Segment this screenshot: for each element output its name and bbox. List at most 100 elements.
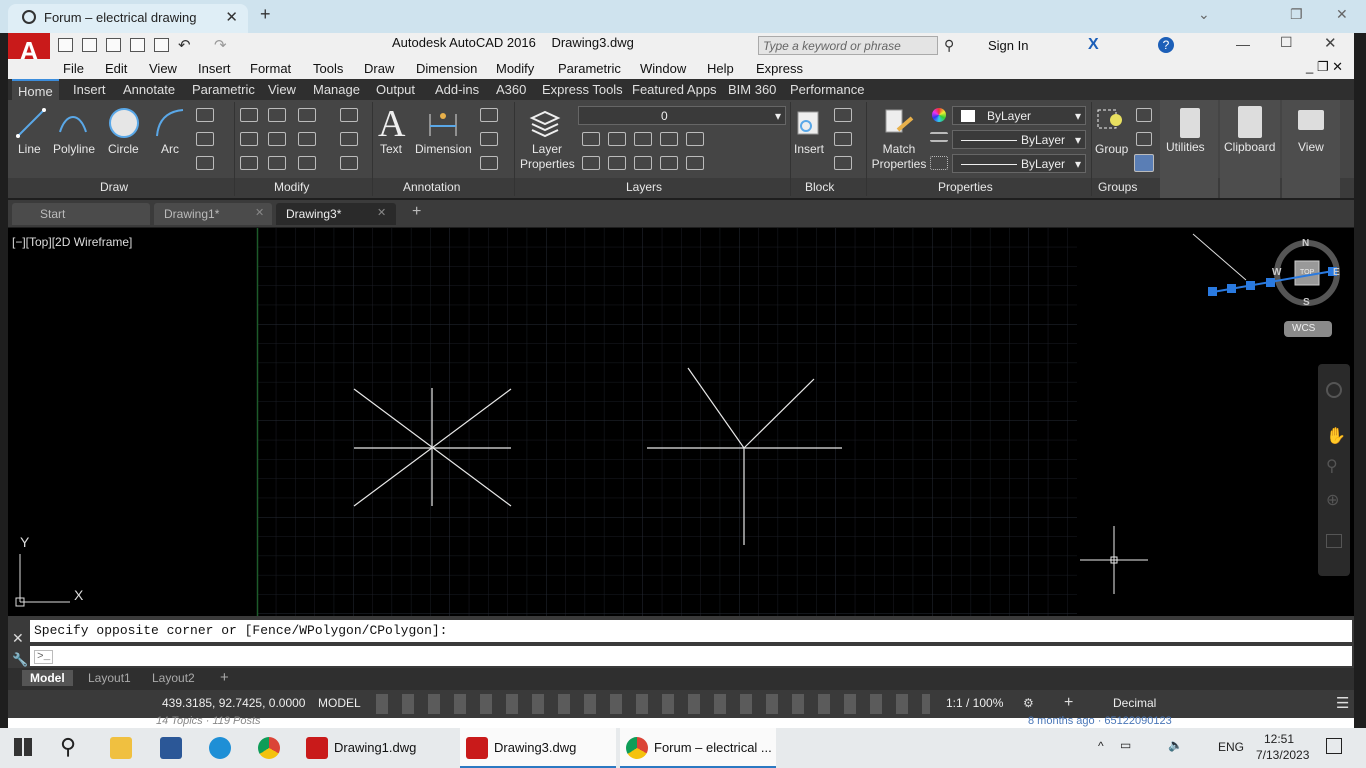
model-space-toggle[interactable]: MODEL (318, 696, 361, 710)
layer-tool-icon[interactable] (634, 156, 652, 170)
orbit-icon[interactable]: ⊕ (1326, 490, 1339, 510)
block-panel-label[interactable]: Block (805, 180, 834, 194)
tab-insert[interactable]: Insert (73, 82, 106, 97)
menu-help[interactable]: Help (707, 61, 734, 76)
viewcube-north[interactable]: N (1302, 238, 1309, 249)
viewport-controls[interactable]: [−][Top][2D Wireframe] (12, 235, 132, 249)
tab-output[interactable]: Output (376, 82, 415, 97)
lineweight-icon[interactable] (930, 132, 948, 142)
dimension-button[interactable]: Dimension (415, 142, 472, 156)
leader-icon[interactable] (480, 132, 498, 146)
layer-dropdown[interactable]: 0 ▾ (578, 106, 786, 125)
save-as-icon[interactable] (130, 38, 145, 52)
help-icon[interactable]: ? (1158, 37, 1174, 53)
wcs-menu[interactable]: WCS (1284, 321, 1332, 337)
fillet-icon[interactable] (298, 132, 316, 146)
menu-dimension[interactable]: Dimension (416, 61, 477, 76)
new-drawing-tab-button[interactable]: + (412, 203, 421, 221)
tab-start[interactable]: Start (12, 203, 150, 225)
rotate-icon[interactable] (268, 108, 286, 122)
minimize-icon[interactable]: — (1236, 36, 1250, 52)
taskbar-drawing1[interactable]: Drawing1.dwg (300, 728, 456, 768)
explode-icon[interactable] (340, 132, 358, 146)
menu-draw[interactable]: Draw (364, 61, 394, 76)
plus-icon[interactable]: + (1064, 694, 1073, 712)
menu-format[interactable]: Format (250, 61, 291, 76)
layer-tool-icon[interactable] (582, 132, 600, 146)
attribute-icon[interactable] (834, 156, 852, 170)
modify-panel-label[interactable]: Modify (274, 180, 309, 194)
linear-dim-icon[interactable] (480, 108, 498, 122)
layer-tool-icon[interactable] (660, 156, 678, 170)
edit-block-icon[interactable] (834, 132, 852, 146)
group-button[interactable]: Group (1095, 142, 1128, 156)
menu-window[interactable]: Window (640, 61, 686, 76)
scale-icon[interactable] (268, 156, 286, 170)
viewcube[interactable] (1192, 233, 1340, 306)
viewcube-south[interactable]: S (1303, 297, 1310, 308)
restore-icon[interactable]: ❐ (1290, 6, 1303, 23)
layer-tool-icon[interactable] (634, 132, 652, 146)
viewcube-east[interactable]: E (1333, 267, 1340, 278)
doc-window-controls[interactable]: _ ❐ ✕ (1306, 59, 1343, 75)
tab-model[interactable]: Model (22, 670, 73, 686)
layer-tool-icon[interactable] (608, 156, 626, 170)
tab-bim-360[interactable]: BIM 360 (728, 82, 776, 97)
insert-button[interactable]: Insert (794, 142, 824, 156)
showmotion-icon[interactable] (1326, 534, 1342, 548)
layer-tool-icon[interactable] (686, 132, 704, 146)
language-indicator[interactable]: ENG (1218, 740, 1244, 754)
drafting-toggles[interactable] (370, 694, 930, 714)
new-icon[interactable] (58, 38, 73, 52)
color-wheel-icon[interactable] (932, 108, 946, 122)
chrome-icon[interactable] (258, 737, 280, 759)
search-icon[interactable]: ⚲ (60, 734, 76, 760)
tab-express-tools[interactable]: Express Tools (542, 82, 623, 97)
search-input[interactable]: Type a keyword or phrase (758, 36, 938, 55)
command-prompt-icon[interactable]: >_ (34, 650, 54, 664)
tray-chevron-icon[interactable]: ^ (1098, 739, 1104, 753)
tab-home[interactable]: Home (12, 79, 59, 100)
menu-parametric[interactable]: Parametric (558, 61, 621, 76)
close-tab-icon[interactable]: ✕ (377, 206, 386, 219)
close-command-icon[interactable]: ✕ (12, 630, 24, 647)
erase-icon[interactable] (340, 108, 358, 122)
tab-annotate[interactable]: Annotate (123, 82, 175, 97)
viewcube-top-label[interactable]: TOP (1300, 269, 1314, 276)
coordinates[interactable]: 439.3185, 92.7425, 0.0000 (162, 696, 305, 710)
group-tool-icon[interactable] (1136, 132, 1152, 146)
properties-panel-label[interactable]: Properties (938, 180, 993, 194)
offset-icon[interactable] (340, 156, 358, 170)
move-icon[interactable] (240, 108, 258, 122)
mirror-icon[interactable] (268, 132, 286, 146)
trim-icon[interactable] (298, 108, 316, 122)
browser-tab[interactable]: Forum – electrical drawing ✕ (8, 4, 248, 33)
command-input[interactable]: >_ (30, 646, 1352, 666)
customize-wrench-icon[interactable]: 🔧 (12, 652, 28, 668)
menu-express[interactable]: Express (756, 61, 803, 76)
lineweight-dropdown[interactable]: ByLayer ▾ (952, 154, 1086, 173)
tab-a360[interactable]: A360 (496, 82, 526, 97)
network-icon[interactable]: ▭ (1120, 738, 1131, 752)
tab-add-ins[interactable]: Add-ins (435, 82, 479, 97)
layer-properties-button[interactable]: Layer Properties (520, 142, 575, 172)
drawing-area[interactable] (8, 228, 1354, 616)
maximize-icon[interactable]: ☐ (1280, 34, 1293, 51)
layer-tool-icon[interactable] (608, 132, 626, 146)
exchange-icon[interactable]: X (1088, 36, 1099, 54)
groups-panel-label[interactable]: Groups (1098, 180, 1137, 194)
close-icon[interactable]: ✕ (1324, 34, 1337, 52)
circle-button[interactable]: Circle (108, 142, 139, 156)
tab-parametric[interactable]: Parametric (192, 82, 255, 97)
tab-layout1[interactable]: Layout1 (80, 670, 139, 686)
region-icon[interactable] (196, 156, 214, 170)
tab-layout2[interactable]: Layout2 (144, 670, 203, 686)
sign-in-button[interactable]: Sign In (988, 38, 1028, 53)
line-button[interactable]: Line (18, 142, 41, 156)
layer-tool-icon[interactable] (686, 156, 704, 170)
annotation-panel-label[interactable]: Annotation (403, 180, 460, 194)
close-tab-icon[interactable]: ✕ (225, 8, 238, 26)
clock-time[interactable]: 12:51 (1264, 732, 1294, 746)
menu-insert[interactable]: Insert (198, 61, 231, 76)
units-display[interactable]: Decimal (1113, 696, 1156, 710)
